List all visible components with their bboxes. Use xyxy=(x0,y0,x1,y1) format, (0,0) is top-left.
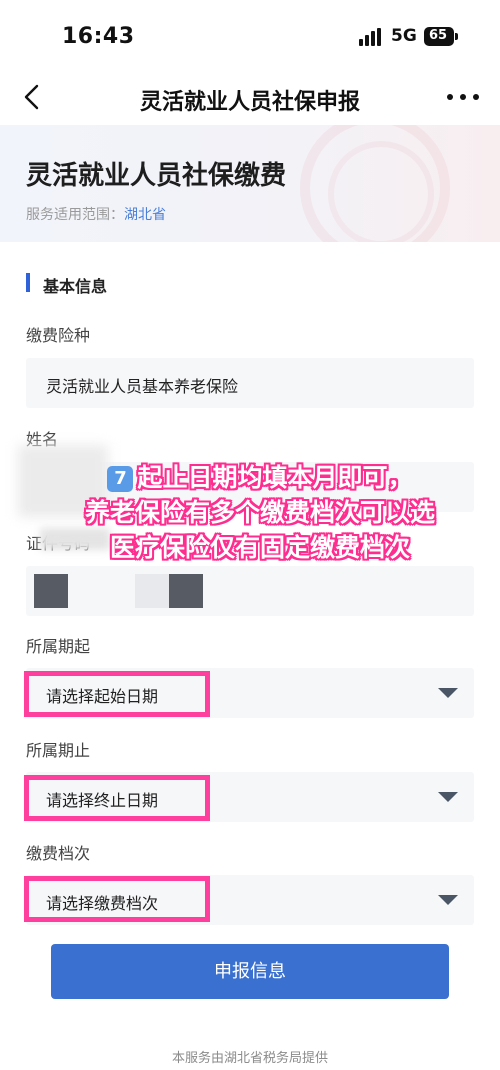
insurance-type-field: 灵活就业人员基本养老保险 xyxy=(26,358,474,408)
nav-bar: 灵活就业人员社保申报 xyxy=(0,70,500,125)
end-period-label: 所属期止 xyxy=(26,741,91,760)
banner-title: 灵活就业人员社保缴费 xyxy=(26,161,287,191)
dropdown-arrow-icon xyxy=(438,792,458,802)
section-title: 基本信息 xyxy=(43,277,108,296)
more-dots-icon xyxy=(447,94,453,100)
redaction-block xyxy=(135,574,169,608)
section-accent-bar xyxy=(26,273,30,292)
page-title: 灵活就业人员社保申报 xyxy=(139,90,360,115)
annotation-line-3: 医疗保险仅有固定缴费档次 xyxy=(109,533,410,562)
service-scope: 服务适用范围：湖北省 xyxy=(26,204,166,224)
highlight-box xyxy=(24,671,210,717)
footer-provider-note: 本服务由湖北省税务局提供 xyxy=(171,1051,328,1066)
number-seven-badge: 7 xyxy=(107,466,134,492)
network-type: 5G xyxy=(391,26,417,46)
redaction-block xyxy=(34,574,68,608)
emblem-watermark-icon xyxy=(300,125,450,242)
status-time: 16:43 xyxy=(62,24,135,49)
annotation-line-2: 养老保险有多个缴费档次可以选 xyxy=(84,498,435,527)
battery-level: 65 xyxy=(429,28,448,43)
start-period-label: 所属期起 xyxy=(26,637,91,656)
service-banner: 灵活就业人员社保缴费 服务适用范围：湖北省 xyxy=(0,125,500,242)
insurance-type-value: 灵活就业人员基本养老保险 xyxy=(46,377,239,396)
more-button[interactable] xyxy=(447,94,483,102)
dropdown-arrow-icon xyxy=(438,688,458,698)
battery-icon: 65 xyxy=(424,27,458,46)
scope-label: 服务适用范围： xyxy=(26,207,124,223)
submit-button[interactable]: 申报信息 xyxy=(51,944,449,999)
highlight-box xyxy=(24,775,210,821)
highlight-box xyxy=(24,876,210,922)
annotation-line-1: 7 起止日期均填本月即可， xyxy=(40,458,480,494)
payment-level-label: 缴费档次 xyxy=(26,844,91,863)
redaction-block xyxy=(169,574,203,608)
dropdown-arrow-icon xyxy=(438,895,458,905)
id-number-field xyxy=(26,566,474,616)
status-bar: 16:43 5G 65 xyxy=(0,0,500,70)
insurance-type-label: 缴费险种 xyxy=(26,326,91,345)
signal-icon xyxy=(359,28,381,46)
scope-value: 湖北省 xyxy=(124,207,166,223)
